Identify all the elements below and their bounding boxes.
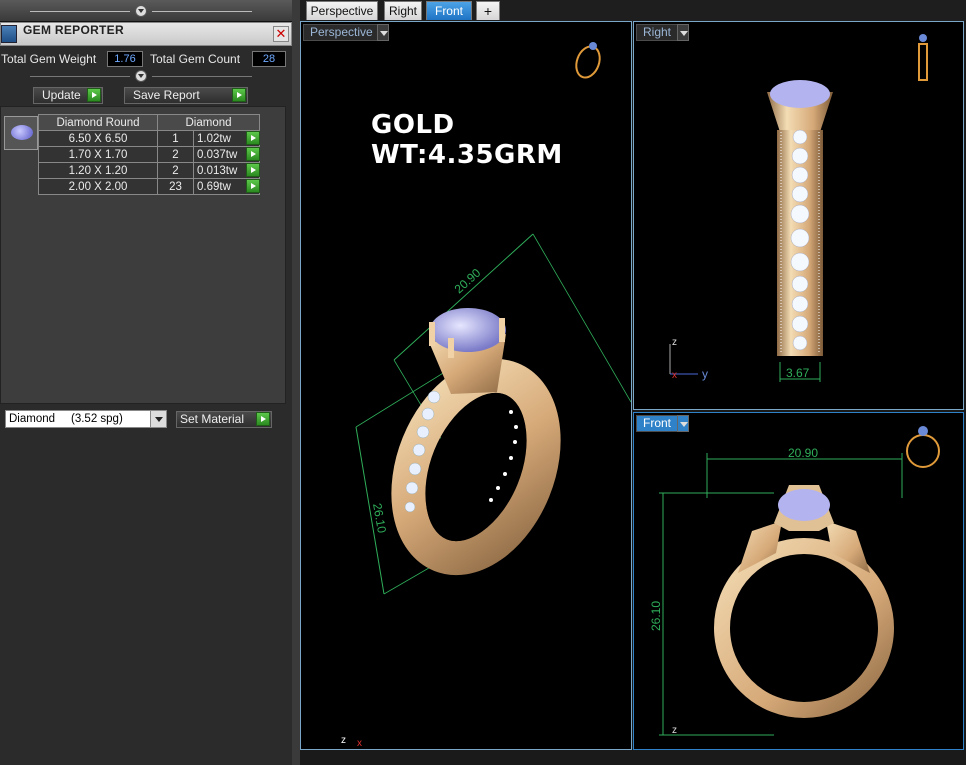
- table-row[interactable]: 6.50 X 6.50 1 1.02tw: [38, 130, 260, 147]
- add-tab-button[interactable]: +: [476, 1, 500, 20]
- axis-x-label: x: [672, 370, 677, 381]
- panel-top-strip: [0, 0, 292, 22]
- gem-weight: 0.69tw: [197, 180, 231, 193]
- gem-reporter-icon: [1, 25, 17, 43]
- row-arrow-icon[interactable]: [246, 163, 260, 177]
- right-ring-render: 3.67: [669, 34, 928, 382]
- total-gem-count-value: 28: [252, 51, 286, 67]
- dimension-thickness: 3.67: [786, 366, 810, 380]
- front-viewport[interactable]: Front 20.90 26.10 z: [633, 412, 964, 750]
- column-header: Diamond: [157, 114, 260, 131]
- table-row[interactable]: 1.20 X 1.20 2 0.013tw: [38, 162, 260, 179]
- gem-weight: 1.02tw: [197, 132, 231, 145]
- gem-count: 23: [157, 178, 194, 195]
- save-report-button-label: Save Report: [133, 88, 200, 102]
- gem-table: Diamond Round Diamond 6.50 X 6.50 1 1.02…: [38, 114, 260, 195]
- gem-weight-cell: 0.69tw: [193, 178, 260, 195]
- gem-count: 2: [157, 162, 194, 179]
- play-arrow-icon: [232, 88, 246, 102]
- close-button[interactable]: ✕: [273, 26, 289, 42]
- gem-size: 1.20 X 1.20: [38, 162, 158, 179]
- tab-right[interactable]: Right: [384, 1, 422, 20]
- total-gem-weight-label: Total Gem Weight: [1, 52, 97, 66]
- save-report-button[interactable]: Save Report: [124, 87, 248, 104]
- table-header-row: Diamond Round Diamond: [38, 114, 260, 131]
- gem-weight: 0.037tw: [197, 148, 238, 161]
- collapse-toggle-icon[interactable]: [135, 70, 147, 82]
- dimension-top: 20.90: [788, 446, 818, 460]
- section-separator: [0, 70, 292, 84]
- total-gem-count-label: Total Gem Count: [150, 52, 241, 66]
- dimension-side: 26.10: [649, 601, 663, 631]
- gem-size: 6.50 X 6.50: [38, 130, 158, 147]
- play-arrow-icon: [256, 412, 270, 426]
- set-material-button[interactable]: Set Material: [176, 411, 272, 428]
- divider: [152, 11, 252, 12]
- gem-count: 2: [157, 146, 194, 163]
- gem-thumbnail-icon[interactable]: [4, 116, 38, 150]
- tab-front[interactable]: Front: [426, 1, 472, 20]
- material-select[interactable]: Diamond (3.52 spg): [5, 410, 167, 428]
- axis-x-label: x: [357, 738, 362, 749]
- axis-z-label: z: [672, 337, 677, 348]
- gem-weight-cell: 0.037tw: [193, 146, 260, 163]
- gem-weight-cell: 0.013tw: [193, 162, 260, 179]
- table-row[interactable]: 2.00 X 2.00 23 0.69tw: [38, 178, 260, 195]
- row-arrow-icon[interactable]: [246, 131, 260, 145]
- gem-reporter-header: GEM REPORTER ✕: [0, 22, 292, 46]
- gem-count: 1: [157, 130, 194, 147]
- table-row[interactable]: 1.70 X 1.70 2 0.037tw: [38, 146, 260, 163]
- row-arrow-icon[interactable]: [246, 147, 260, 161]
- update-button[interactable]: Update: [33, 87, 103, 104]
- gem-weight: 0.013tw: [197, 164, 238, 177]
- gem-size: 2.00 X 2.00: [38, 178, 158, 195]
- divider: [30, 11, 130, 12]
- tab-perspective[interactable]: Perspective: [306, 1, 378, 20]
- perspective-viewport[interactable]: Perspective GOLD WT:4.35GRM 20.90 26.10: [300, 21, 632, 750]
- viewport-tab-bar: Perspective Right Front +: [300, 0, 966, 21]
- axis-z-label: z: [341, 735, 346, 746]
- set-material-button-label: Set Material: [180, 412, 245, 426]
- gem-reporter-panel: GEM REPORTER ✕ Total Gem Weight 1.76 Tot…: [0, 0, 292, 765]
- gem-weight-cell: 1.02tw: [193, 130, 260, 147]
- dimension-top: 20.90: [452, 266, 484, 297]
- row-arrow-icon[interactable]: [246, 179, 260, 193]
- play-arrow-icon: [87, 88, 101, 102]
- front-ring-render: 20.90 26.10: [649, 426, 940, 736]
- panel-title: GEM REPORTER: [23, 23, 124, 37]
- axis-y-label: y: [702, 367, 708, 381]
- perspective-ring-render: 20.90 26.10: [355, 42, 631, 595]
- panel-splitter[interactable]: [292, 0, 300, 765]
- update-button-label: Update: [42, 88, 81, 102]
- total-gem-weight-value: 1.76: [107, 51, 143, 67]
- right-viewport[interactable]: Right 3.67 z y x: [633, 21, 964, 410]
- chevron-down-icon[interactable]: [150, 411, 166, 427]
- collapse-toggle-icon[interactable]: [135, 5, 147, 17]
- material-select-value: Diamond (3.52 spg): [9, 413, 123, 425]
- gem-list: Diamond Round Diamond 6.50 X 6.50 1 1.02…: [0, 106, 286, 404]
- column-header: Diamond Round: [38, 114, 158, 131]
- gem-size: 1.70 X 1.70: [38, 146, 158, 163]
- axis-z-label: z: [672, 725, 677, 736]
